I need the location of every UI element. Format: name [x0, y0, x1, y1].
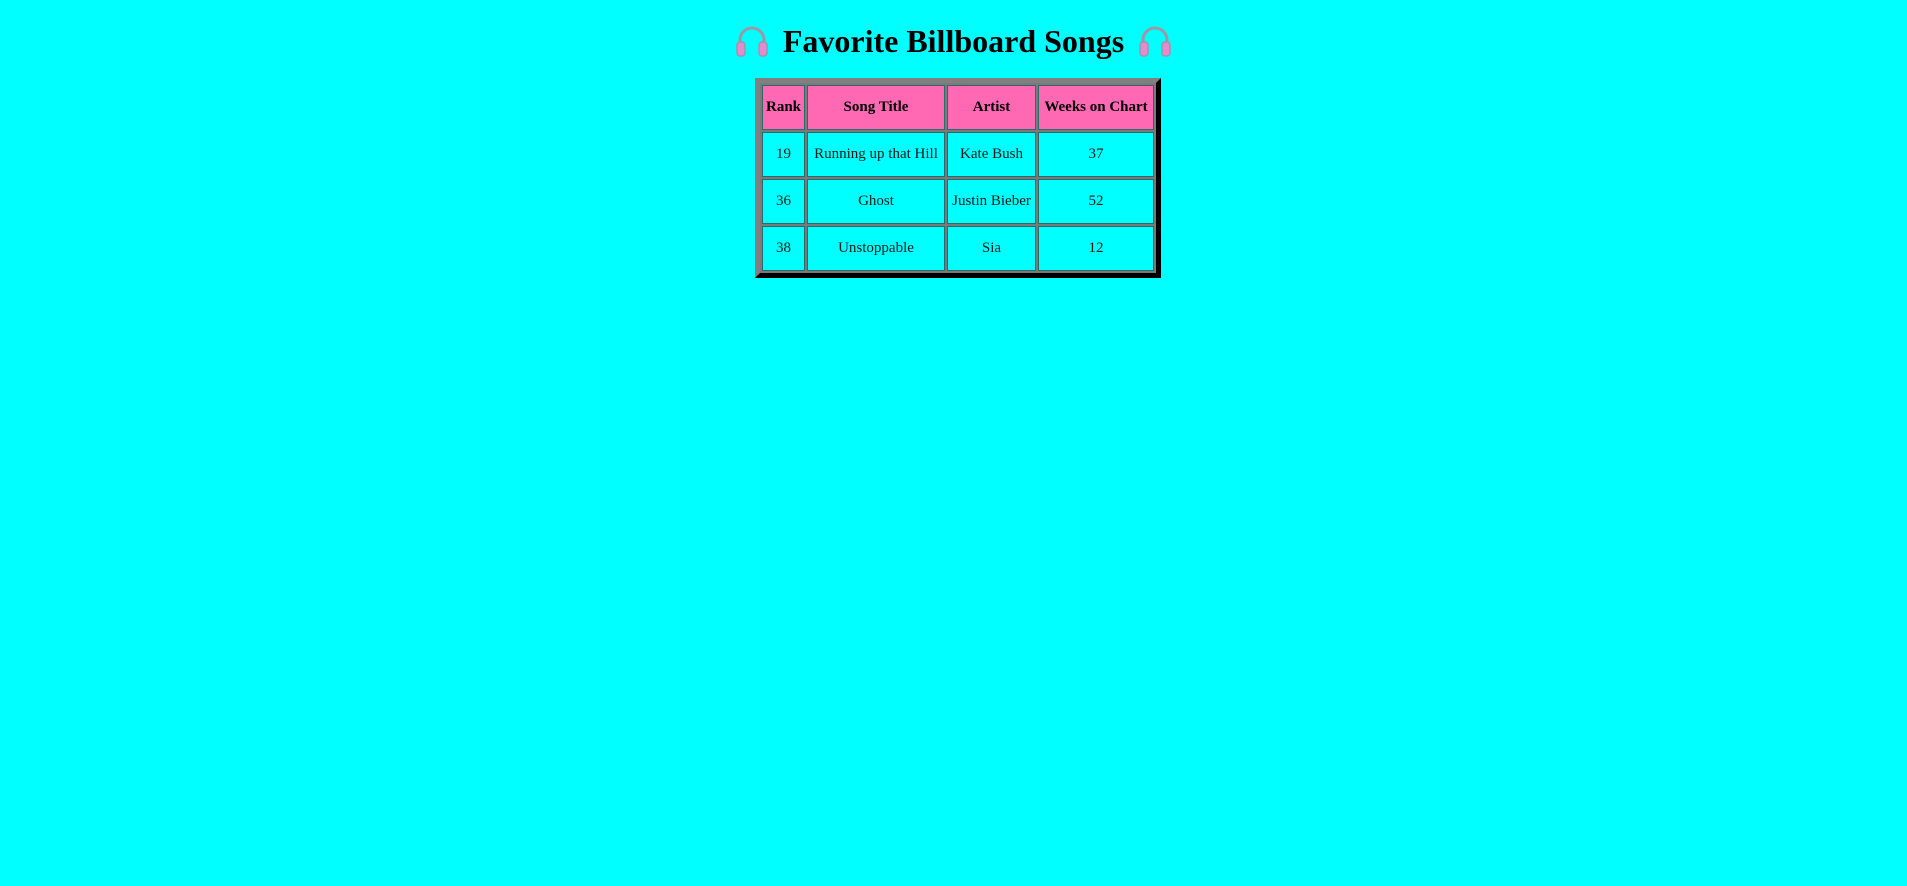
weeks-on-chart-cell: 12 [1038, 226, 1154, 271]
column-header-rank: Rank [762, 85, 805, 130]
headphones-icon [735, 23, 769, 59]
artist-cell: Kate Bush [947, 132, 1036, 177]
rank-cell: 36 [762, 179, 805, 224]
page-title: Favorite Billboard Songs [0, 14, 1907, 64]
table-row: 36 Ghost Justin Bieber 52 [762, 179, 1154, 224]
weeks-on-chart-cell: 52 [1038, 179, 1154, 224]
artist-cell: Justin Bieber [947, 179, 1036, 224]
artist-cell: Sia [947, 226, 1036, 271]
songs-table-container: Rank Song Title Artist Weeks on Chart 19… [755, 78, 1161, 278]
rank-cell: 19 [762, 132, 805, 177]
column-header-song-title: Song Title [807, 85, 945, 130]
column-header-artist: Artist [947, 85, 1036, 130]
song-title-cell: Ghost [807, 179, 945, 224]
table-row: 38 Unstoppable Sia 12 [762, 226, 1154, 271]
weeks-on-chart-cell: 37 [1038, 132, 1154, 177]
song-title-cell: Running up that Hill [807, 132, 945, 177]
rank-cell: 38 [762, 226, 805, 271]
column-header-weeks-on-chart: Weeks on Chart [1038, 85, 1154, 130]
headphones-icon [1138, 23, 1172, 59]
table-header-row: Rank Song Title Artist Weeks on Chart [762, 85, 1154, 130]
song-title-cell: Unstoppable [807, 226, 945, 271]
songs-table: Rank Song Title Artist Weeks on Chart 19… [755, 78, 1161, 278]
page-title-text: Favorite Billboard Songs [782, 22, 1125, 59]
table-row: 19 Running up that Hill Kate Bush 37 [762, 132, 1154, 177]
